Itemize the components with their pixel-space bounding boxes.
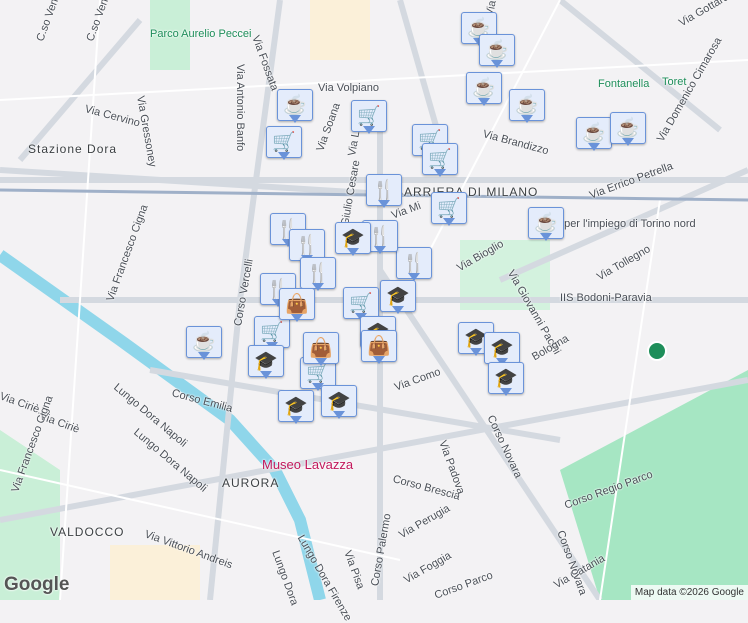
map-pin-icon[interactable] (647, 341, 667, 361)
cafe-icon: ☕ (283, 95, 307, 116)
education-marker[interactable]: 🎓 (321, 385, 357, 419)
restaurant-icon: 🍴 (295, 235, 319, 256)
education-icon: 🎓 (327, 391, 351, 412)
cafe-icon: ☕ (515, 95, 539, 116)
cart-marker[interactable]: 🛒 (343, 287, 379, 321)
cart-marker[interactable]: 🛒 (351, 100, 387, 134)
restaurant-icon: 🍴 (368, 226, 392, 247)
cart-marker[interactable]: 🛒 (422, 143, 458, 177)
cafe-marker[interactable]: ☕ (509, 89, 545, 123)
street-label: Fontanella (598, 78, 650, 90)
street-label: Parco Aurelio Peccei (150, 28, 252, 40)
education-icon: 🎓 (254, 351, 278, 372)
cart-icon: 🛒 (437, 198, 461, 219)
street-label: Via Antonio Banfo (234, 64, 246, 152)
cafe-icon: ☕ (485, 40, 509, 61)
street-label: AURORA (222, 476, 280, 490)
cart-icon: 🛒 (349, 293, 373, 314)
cafe-icon: ☕ (534, 213, 558, 234)
cafe-icon: ☕ (616, 118, 640, 139)
street-label: Museo Lavazza (262, 457, 354, 472)
cafe-marker[interactable]: ☕ (576, 117, 612, 151)
cafe-marker[interactable]: ☕ (466, 72, 502, 106)
cafe-marker[interactable]: ☕ (479, 34, 515, 68)
education-marker[interactable]: 🎓 (248, 345, 284, 379)
cart-icon: 🛒 (260, 322, 284, 343)
cart-icon: 🛒 (357, 106, 381, 127)
cafe-icon: ☕ (582, 123, 606, 144)
shopping-icon: 👜 (367, 336, 391, 357)
cafe-marker[interactable]: ☕ (186, 326, 222, 360)
cafe-icon: ☕ (472, 78, 496, 99)
street-label: IIS Bodoni-Paravia (560, 292, 652, 304)
cart-marker[interactable]: 🛒 (266, 126, 302, 160)
shopping-marker[interactable]: 👜 (279, 288, 315, 322)
education-marker[interactable]: 🎓 (488, 362, 524, 396)
education-marker[interactable]: 🎓 (278, 390, 314, 424)
map-attribution[interactable]: Map data ©2026 Google (630, 585, 748, 600)
street-label: Toret (662, 76, 687, 88)
education-marker[interactable]: 🎓 (484, 332, 520, 366)
google-logo: Google (4, 574, 70, 595)
education-icon: 🎓 (284, 396, 308, 417)
cart-icon: 🛒 (428, 149, 452, 170)
restaurant-marker[interactable]: 🍴 (300, 257, 336, 291)
shopping-marker[interactable]: 👜 (303, 332, 339, 366)
education-marker[interactable]: 🎓 (380, 280, 416, 314)
shopping-marker[interactable]: 👜 (361, 330, 397, 364)
cafe-icon: ☕ (192, 332, 216, 353)
cafe-marker[interactable]: ☕ (528, 207, 564, 241)
restaurant-marker[interactable]: 🍴 (396, 247, 432, 281)
cafe-marker[interactable]: ☕ (277, 89, 313, 123)
cart-marker[interactable]: 🛒 (431, 192, 467, 226)
education-icon: 🎓 (494, 368, 518, 389)
restaurant-icon: 🍴 (372, 180, 396, 201)
education-icon: 🎓 (341, 228, 365, 249)
cafe-marker[interactable]: ☕ (610, 112, 646, 146)
restaurant-marker[interactable]: 🍴 (366, 174, 402, 208)
street-label: Via Volpiano (318, 82, 379, 94)
street-label: VALDOCCO (50, 525, 125, 539)
education-marker[interactable]: 🎓 (335, 222, 371, 256)
cart-icon: 🛒 (272, 132, 296, 153)
shopping-icon: 👜 (285, 294, 309, 315)
education-icon: 🎓 (490, 338, 514, 359)
street-label: Stazione Dora (28, 142, 118, 156)
education-icon: 🎓 (386, 286, 410, 307)
cart-marker[interactable]: 🛒 (254, 316, 290, 350)
restaurant-icon: 🍴 (306, 263, 330, 284)
shopping-icon: 👜 (309, 338, 333, 359)
restaurant-icon: 🍴 (402, 253, 426, 274)
